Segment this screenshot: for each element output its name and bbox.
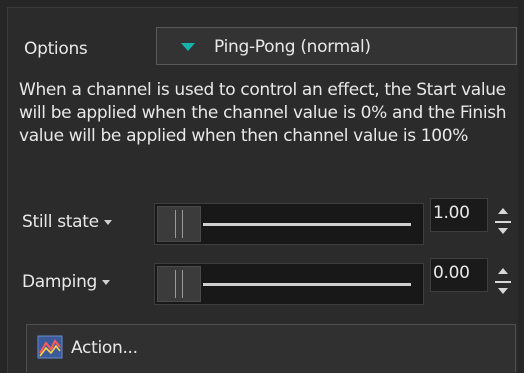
chart-action-icon [37, 335, 63, 359]
spin-up-icon[interactable] [498, 208, 508, 214]
spinner-divider [495, 281, 511, 283]
slider-track [203, 223, 411, 226]
damping-label-dropdown[interactable]: Damping [22, 272, 111, 292]
slider-handle[interactable] [157, 206, 201, 242]
spin-down-icon[interactable] [498, 228, 508, 234]
options-label: Options [24, 39, 88, 59]
still-state-label: Still state [22, 212, 99, 232]
damping-slider[interactable] [154, 263, 424, 305]
options-row: Options Ping-Pong (normal) [14, 27, 519, 69]
still-state-value-input[interactable]: 1.00 [430, 198, 488, 232]
damping-row: Damping 0.00 [14, 258, 519, 308]
slider-handle[interactable] [157, 266, 201, 302]
action-button-label: Action... [71, 338, 138, 358]
damping-value-input[interactable]: 0.00 [430, 258, 488, 292]
still-state-row: Still state 1.00 [14, 198, 519, 248]
spin-down-icon[interactable] [498, 288, 508, 294]
options-dropdown[interactable]: Ping-Pong (normal) [156, 27, 517, 65]
still-state-slider[interactable] [154, 203, 424, 245]
damping-spinner[interactable] [494, 264, 512, 300]
spinner-divider [495, 221, 511, 223]
still-state-spinner[interactable] [494, 204, 512, 240]
action-button[interactable]: Action... [26, 324, 516, 372]
description-text: When a channel is used to control an eff… [19, 80, 507, 146]
slider-track [203, 283, 411, 286]
options-selected-value: Ping-Pong (normal) [214, 37, 371, 57]
still-state-label-dropdown[interactable]: Still state [22, 212, 112, 232]
damping-label: Damping [22, 272, 98, 292]
chevron-down-icon [102, 279, 111, 285]
dropdown-arrow-icon [181, 43, 195, 51]
chevron-down-icon [103, 219, 112, 225]
spin-up-icon[interactable] [498, 268, 508, 274]
